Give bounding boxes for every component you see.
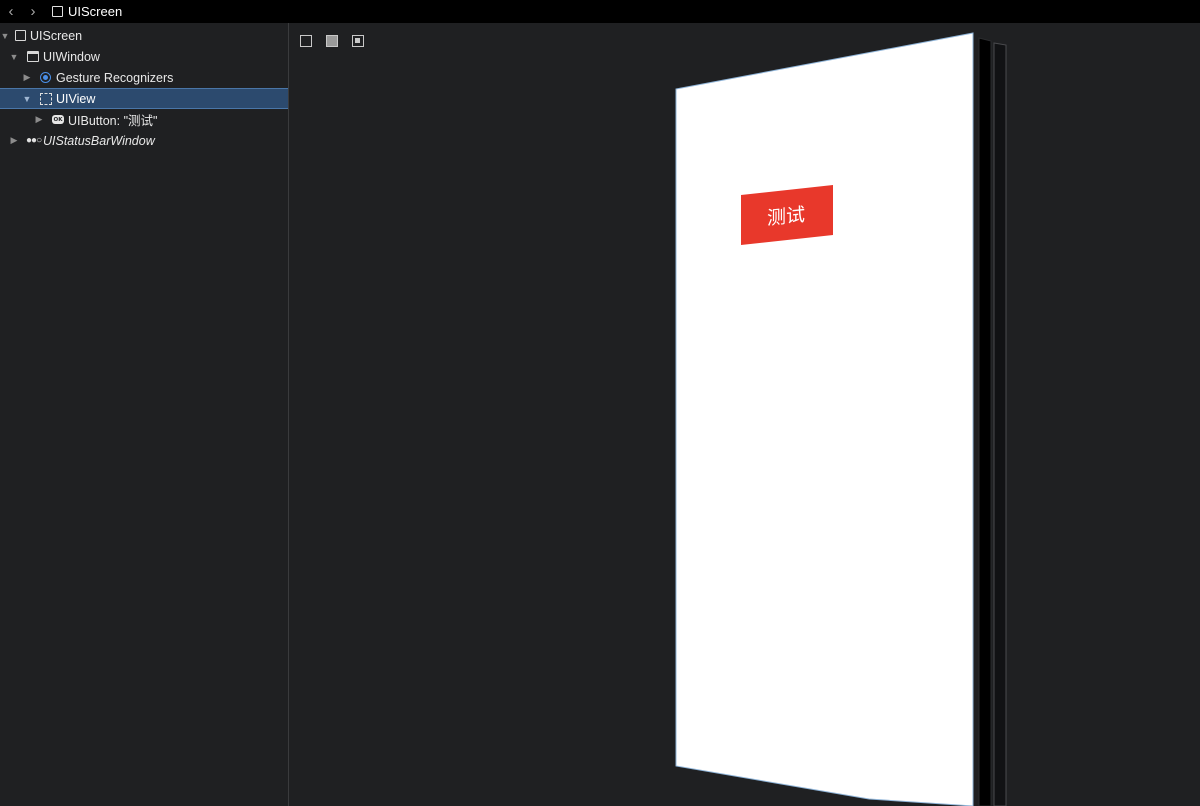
window-layer[interactable] <box>978 37 992 806</box>
hierarchy-label: UIButton: "测试" <box>68 114 158 128</box>
hierarchy-label: UIScreen <box>30 28 83 43</box>
hierarchy-label: UIWindow <box>43 49 100 64</box>
hierarchy-row-uiview[interactable]: ▼ UIView <box>0 88 288 109</box>
hierarchy-label: UIView <box>56 91 96 106</box>
disclosure-collapsed-icon[interactable]: ▶ <box>34 114 44 126</box>
disclosure-collapsed-icon[interactable]: ▶ <box>9 135 19 147</box>
hierarchy-row-uiwindow[interactable]: ▼ UIWindow <box>0 46 288 67</box>
screen-icon <box>52 6 63 17</box>
hierarchy-row-uiscreen[interactable]: ▼ UIScreen <box>0 25 288 46</box>
back-layer-outline <box>993 42 1007 806</box>
view-debugger-canvas[interactable]: 测试 <box>289 23 1200 806</box>
disclosure-expanded-icon[interactable]: ▼ <box>9 51 19 63</box>
gesture-recognizer-icon <box>40 72 51 83</box>
hierarchy-row-uistatusbarwindow[interactable]: ▶ ●●○ UIStatusBarWindow <box>0 130 288 151</box>
hierarchy-row-uibutton[interactable]: ▶ OK UIButton: "测试" <box>0 109 288 130</box>
title-bar: ‹ › UIScreen <box>0 0 1200 23</box>
button-layer-label: 测试 <box>767 204 805 230</box>
hierarchy-label: Gesture Recognizers <box>56 70 174 85</box>
view-icon <box>40 92 52 105</box>
screen-icon <box>15 30 26 41</box>
button-icon: OK <box>52 115 64 124</box>
breadcrumb[interactable]: UIScreen <box>52 4 122 19</box>
disclosure-collapsed-icon[interactable]: ▶ <box>22 72 32 84</box>
3d-layer-view: 测试 <box>675 32 1007 806</box>
hierarchy-label: UIStatusBarWindow <box>43 133 155 148</box>
chevron-right-icon[interactable]: › <box>22 0 44 23</box>
breadcrumb-label: UIScreen <box>68 4 123 19</box>
screen-layer[interactable] <box>675 32 974 806</box>
hierarchy-row-gesture-recognizers[interactable]: ▶ Gesture Recognizers <box>0 67 288 88</box>
view-hierarchy-navigator: ▼ UIScreen ▼ UIWindow ▶ Gesture Recogniz… <box>0 23 289 806</box>
chevron-left-icon[interactable]: ‹ <box>0 0 22 23</box>
window-icon <box>27 51 39 62</box>
ok-badge-text: OK <box>53 116 63 123</box>
disclosure-expanded-icon[interactable]: ▼ <box>0 30 10 42</box>
status-bar-window-icon: ●●○ <box>26 134 42 146</box>
disclosure-expanded-icon[interactable]: ▼ <box>22 93 32 105</box>
